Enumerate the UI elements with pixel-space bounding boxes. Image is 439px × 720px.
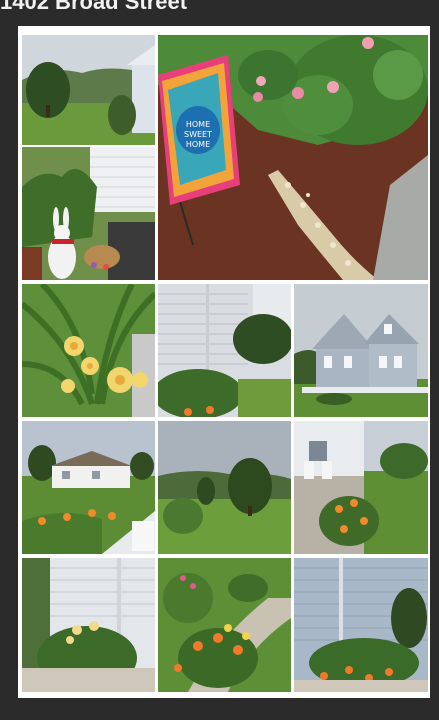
photo-house-corner-lilies[interactable] (22, 558, 155, 692)
photo-house-lawn[interactable] (22, 35, 155, 145)
photo-flower-path[interactable] (158, 558, 291, 692)
photo-siding-flowerbed[interactable] (294, 558, 428, 692)
svg-text:HOME: HOME (186, 120, 210, 129)
photo-garden-sign[interactable]: HOME SWEET HOME (158, 35, 428, 280)
photo-bunny-porch[interactable] (22, 147, 155, 280)
title-bar: 1402 Broad Street (0, 0, 439, 26)
bottom-bar (0, 698, 439, 720)
photo-white-house-lawn[interactable] (22, 421, 155, 554)
page-title: 1402 Broad Street (0, 0, 188, 14)
photo-trees-hills[interactable] (158, 421, 291, 554)
svg-text:HOME: HOME (186, 140, 210, 149)
photo-siding-shrubs[interactable] (158, 284, 291, 417)
photo-porch-chairs[interactable] (294, 421, 428, 554)
photo-blue-house[interactable] (294, 284, 428, 417)
svg-text:SWEET: SWEET (184, 130, 212, 139)
photo-daylily-closeup[interactable] (22, 284, 155, 417)
